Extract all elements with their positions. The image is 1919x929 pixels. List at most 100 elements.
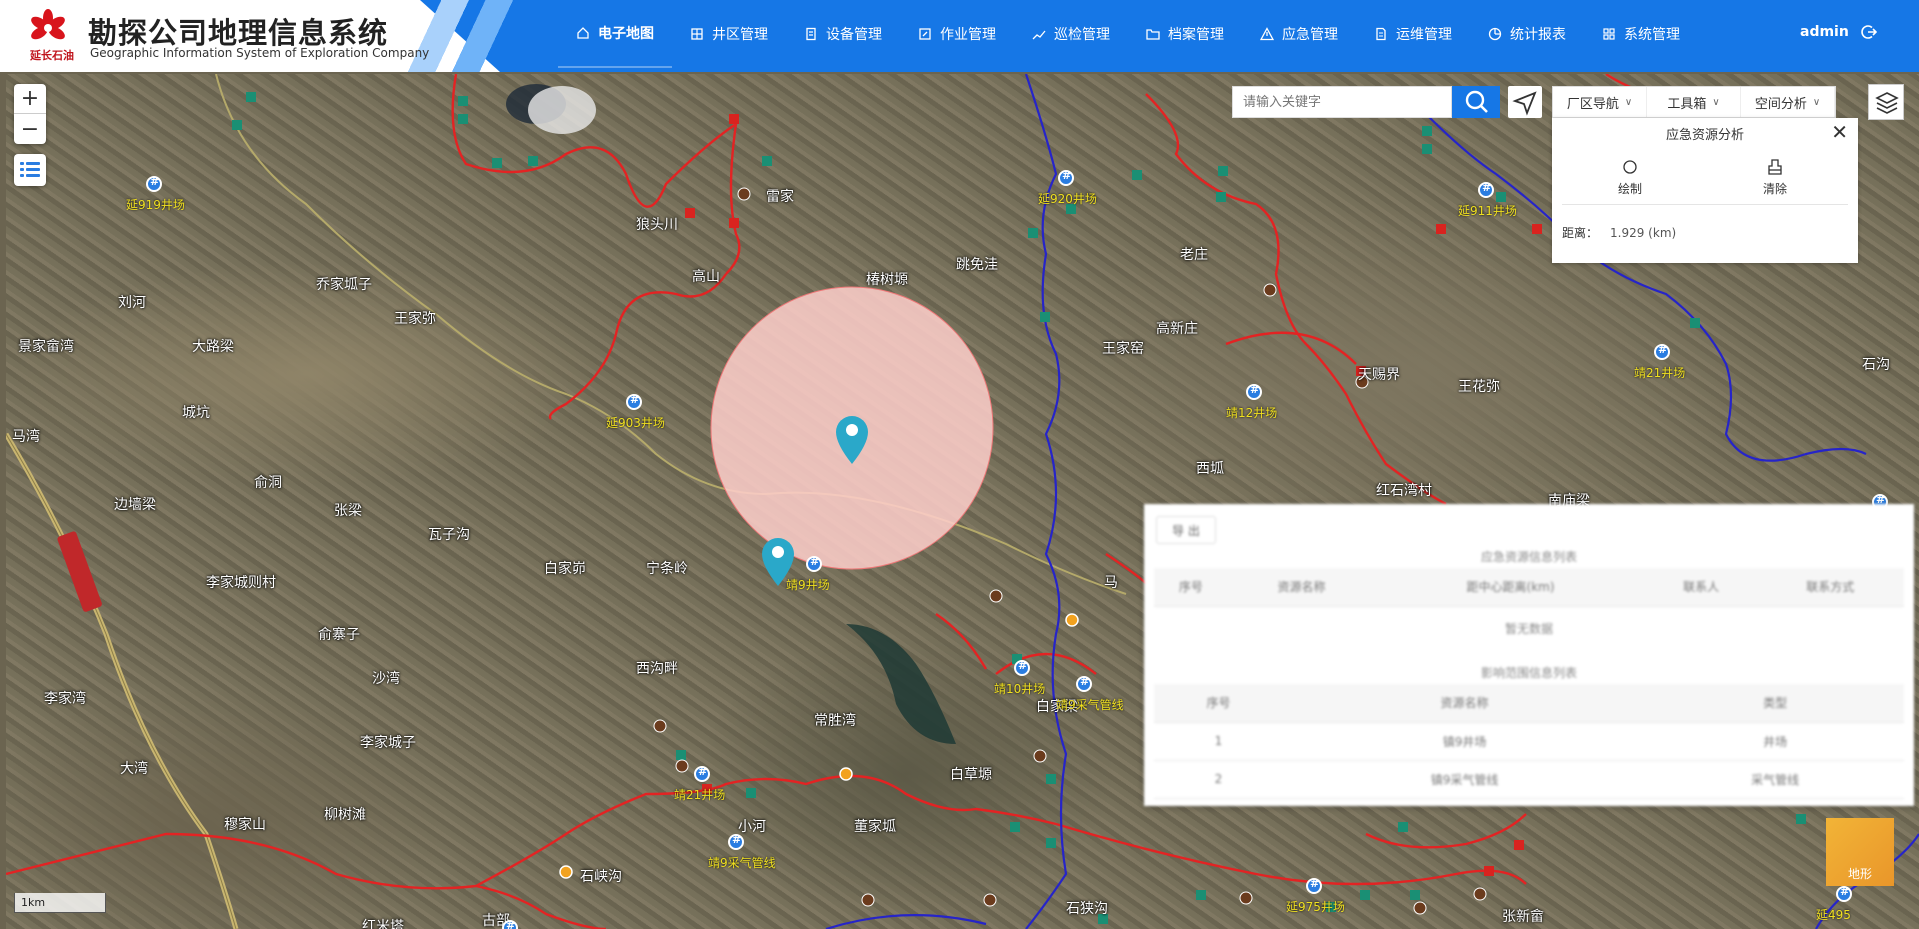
well-label[interactable]: 靖9井场 bbox=[786, 576, 830, 593]
well-site-icon[interactable] bbox=[1058, 169, 1074, 186]
well-label[interactable]: 靖9采气管线 bbox=[708, 854, 776, 871]
toolbox-label: 工具箱 bbox=[1667, 96, 1707, 112]
nav-item-6[interactable]: 应急管理 bbox=[1242, 0, 1356, 68]
nav-item-2[interactable]: 设备管理 bbox=[786, 0, 900, 68]
place-label: 红米塔 bbox=[362, 919, 404, 929]
well-label[interactable]: 靖21井场 bbox=[674, 786, 725, 803]
distance-value: 1.929 (km) bbox=[1610, 226, 1677, 240]
well-site-icon[interactable] bbox=[1654, 343, 1670, 360]
results-panel: 导 出 应急资源信息列表 序号 资源名称 距中心距离(km) 联系人 联系方式 暂无数据… bbox=[1144, 504, 1914, 806]
toolbox-dropdown[interactable]: 工具箱 ∨ bbox=[1647, 87, 1741, 117]
table-cell: 采气管线 bbox=[1646, 760, 1904, 799]
well-label[interactable]: 延911井场 bbox=[1458, 202, 1517, 219]
search-button[interactable] bbox=[1452, 86, 1500, 118]
company-name: 延长石油 bbox=[30, 49, 74, 62]
well-site-icon[interactable] bbox=[1076, 675, 1092, 692]
nav-item-5[interactable]: 档案管理 bbox=[1128, 0, 1242, 68]
nav-item-0[interactable]: 电子地图 bbox=[558, 0, 672, 68]
well-site-icon[interactable] bbox=[1836, 885, 1852, 902]
logout-icon[interactable] bbox=[1861, 24, 1877, 40]
table-row[interactable]: 1 镇9井场 井场 bbox=[1154, 722, 1904, 761]
place-label: 大路梁 bbox=[192, 339, 234, 355]
empty-text: 暂无数据 bbox=[1504, 622, 1553, 636]
nav-item-4[interactable]: 巡检管理 bbox=[1014, 0, 1128, 68]
export-button[interactable]: 导 出 bbox=[1156, 516, 1216, 544]
locate-button[interactable] bbox=[1508, 86, 1542, 118]
distance-label: 距离： bbox=[1562, 226, 1599, 240]
nav-item-8[interactable]: 统计报表 bbox=[1470, 0, 1584, 68]
place-label: 白草塬 bbox=[950, 767, 992, 783]
well-label[interactable]: 靖9采气管线 bbox=[1056, 696, 1124, 713]
place-label: 天赐界 bbox=[1358, 367, 1400, 383]
well-site-icon[interactable] bbox=[626, 393, 642, 410]
place-label: 穆家山 bbox=[224, 817, 266, 833]
zoom-in-button[interactable]: + bbox=[14, 84, 46, 114]
nav-item-1[interactable]: 井区管理 bbox=[672, 0, 786, 68]
well-site-icon[interactable] bbox=[1306, 877, 1322, 894]
chart-line-icon bbox=[1032, 30, 1046, 40]
well-site-icon[interactable] bbox=[694, 765, 710, 782]
well-site-icon[interactable] bbox=[728, 833, 744, 850]
place-label: 俞洞 bbox=[254, 475, 282, 491]
close-icon[interactable]: ✕ bbox=[1831, 120, 1848, 144]
document-icon bbox=[1376, 27, 1386, 41]
emergency-analysis-panel: 应急资源分析 ✕ 绘制 清除 距离： 1.929 (km) bbox=[1552, 118, 1858, 263]
clear-button[interactable]: 清除 bbox=[1745, 158, 1805, 197]
pie-icon bbox=[1488, 27, 1502, 41]
basemap-layers-button[interactable] bbox=[1868, 84, 1904, 120]
well-label[interactable]: 靖10井场 bbox=[994, 680, 1045, 697]
device-icon bbox=[806, 27, 816, 41]
nav-label: 电子地图 bbox=[598, 26, 654, 42]
spatial-analysis-dropdown[interactable]: 空间分析 ∨ bbox=[1741, 87, 1835, 117]
well-site-icon[interactable] bbox=[806, 555, 822, 572]
nav-label: 系统管理 bbox=[1624, 27, 1680, 43]
nav-item-3[interactable]: 作业管理 bbox=[900, 0, 1014, 68]
app-subtitle: Geographic Information System of Explora… bbox=[90, 46, 430, 60]
divider bbox=[1562, 204, 1848, 205]
place-label: 狼头川 bbox=[636, 217, 678, 233]
nav-item-7[interactable]: 运维管理 bbox=[1356, 0, 1470, 68]
nav-label: 统计报表 bbox=[1510, 27, 1566, 43]
well-label[interactable]: 延903井场 bbox=[606, 414, 665, 431]
place-label: 椿树塬 bbox=[866, 272, 908, 288]
layer-list-button[interactable] bbox=[14, 154, 46, 186]
well-site-icon[interactable] bbox=[1246, 383, 1262, 400]
search-input[interactable] bbox=[1232, 86, 1452, 118]
place-label: 西坬 bbox=[1196, 461, 1224, 477]
well-label[interactable]: 延919井场 bbox=[126, 196, 185, 213]
place-label: 老庄 bbox=[1180, 247, 1208, 263]
chevron-down-icon: ∨ bbox=[1712, 96, 1720, 108]
zoom-out-button[interactable]: − bbox=[14, 114, 46, 144]
place-label: 西沟畔 bbox=[636, 661, 678, 677]
well-label[interactable]: 靖12井场 bbox=[1226, 404, 1277, 421]
place-label: 王花弥 bbox=[1458, 379, 1500, 395]
username[interactable]: admin bbox=[1800, 24, 1849, 40]
well-site-icon[interactable] bbox=[1478, 181, 1494, 198]
well-label[interactable]: 靖21井场 bbox=[1634, 364, 1685, 381]
nav-item-9[interactable]: 系统管理 bbox=[1584, 0, 1698, 68]
table-cell: 1 bbox=[1154, 722, 1283, 761]
factory-nav-dropdown[interactable]: 厂区导航 ∨ bbox=[1553, 87, 1647, 117]
folder-icon bbox=[1146, 29, 1160, 40]
impact-table: 序号 资源名称 类型 1 镇9井场 井场 2 镇9采气管线 采气管线 bbox=[1154, 684, 1904, 799]
main-nav: 电子地图 井区管理 设备管理 作业管理 巡检管理 档案管理 应急管理 运维管理 统计报表 系统管理 bbox=[558, 0, 1698, 72]
clear-label: 清除 bbox=[1762, 182, 1787, 196]
table-cell: 2 bbox=[1154, 760, 1283, 799]
well-label[interactable]: 延975井场 bbox=[1286, 898, 1345, 915]
well-label[interactable]: 延495 bbox=[1816, 906, 1851, 923]
well-label[interactable]: 延920井场 bbox=[1038, 190, 1097, 207]
place-label: 马 bbox=[1104, 575, 1118, 591]
table-row[interactable]: 2 镇9采气管线 采气管线 bbox=[1154, 760, 1904, 799]
nav-label: 应急管理 bbox=[1282, 27, 1338, 43]
place-label: 俞寨子 bbox=[318, 627, 360, 643]
column-header: 距中心距离(km) bbox=[1375, 568, 1646, 607]
terrain-basemap-button[interactable]: 地形 bbox=[1826, 818, 1894, 886]
circle-draw-icon bbox=[1623, 160, 1637, 174]
draw-button[interactable]: 绘制 bbox=[1600, 158, 1660, 197]
well-site-icon[interactable] bbox=[502, 919, 518, 929]
well-site-icon[interactable] bbox=[1014, 659, 1030, 676]
chevron-down-icon: ∨ bbox=[1812, 96, 1821, 108]
eraser-icon bbox=[1768, 159, 1782, 175]
table-header-row: 序号 资源名称 距中心距离(km) 联系人 联系方式 bbox=[1154, 568, 1904, 607]
well-site-icon[interactable] bbox=[146, 175, 162, 192]
